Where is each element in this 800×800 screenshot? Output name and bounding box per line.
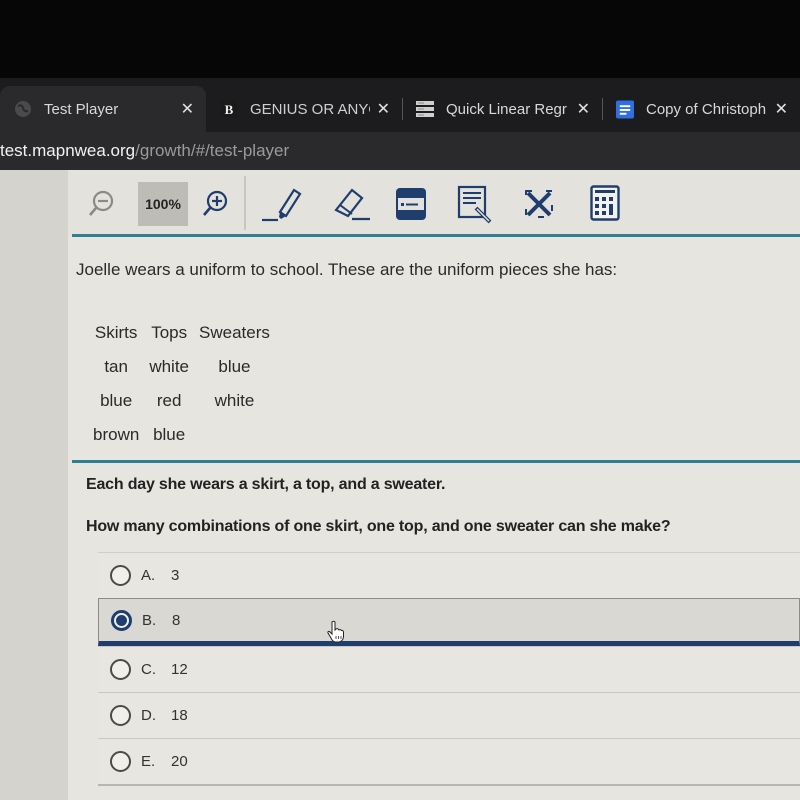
eraser-button[interactable] [330,184,374,224]
column-header-skirts: Skirts [94,323,138,342]
url-host: test.mapnwea.org [0,141,136,160]
highlighter-icon [262,188,302,222]
close-tab-icon[interactable]: ✕ [377,99,390,119]
answer-choice-b[interactable]: B. 8 [98,598,800,646]
toolbar-bottom-rule [72,234,800,237]
choice-letter: C. [141,661,156,678]
toolbar-divider [244,176,246,230]
radio-button[interactable] [110,565,131,586]
tab-test-player[interactable]: Test Player ✕ [0,86,206,132]
column-header-tops: Tops [151,323,188,342]
tab-separator [602,98,603,120]
test-player-page: 100% Joelle wears a uniform to school. T… [0,170,800,800]
uniform-pieces-table: Skirts Tops Sweaters tan white blue blue… [88,316,275,452]
tools-toolbar: 100% [68,170,800,237]
table-cell [194,418,275,452]
tab-separator [402,98,403,120]
radio-button[interactable] [110,751,131,772]
table-header-row: Skirts Tops Sweaters [88,316,275,350]
calculator-icon [590,185,620,221]
highlighter-button[interactable] [260,184,304,224]
tab-copy-of-christoph[interactable]: Copy of Christoph ✕ [604,86,800,132]
notepad-button[interactable] [456,184,496,224]
table-row: tan white blue [88,350,275,384]
globe-icon [14,100,32,118]
zoom-in-button[interactable] [200,188,230,220]
tab-title: Quick Linear Regr [446,100,567,118]
table-cell: tan [104,357,128,376]
eraser-icon [334,188,370,221]
question-panel: 100% Joelle wears a uniform to school. T… [68,170,800,800]
screen-bezel [0,0,800,78]
tab-title: Test Player [44,100,119,118]
question-context: Each day she wears a skirt, a top, and a… [86,476,446,493]
table-cell: red [156,391,182,410]
address-bar[interactable]: test.mapnwea.org/growth/#/test-player [0,132,800,170]
table-cell: brown [93,425,140,444]
notepad-icon [457,185,492,224]
question-stem: Joelle wears a uniform to school. These … [76,260,618,279]
hand-pointer-cursor-icon [327,620,344,643]
choice-value: 20 [171,753,188,770]
b-logo-icon: B [220,100,238,118]
answer-choices: A. 3 B. 8 C. 12 D. 18 E. 20 [98,552,800,790]
choice-value: 3 [171,567,180,584]
server-stack-icon [416,100,434,118]
choice-letter: B. [142,611,157,629]
zoom-out-button[interactable] [86,188,116,220]
close-tab-icon[interactable]: ✕ [577,99,590,119]
calculator-button[interactable] [588,184,622,222]
zoom-in-icon [203,190,228,216]
table-row: blue red white [88,384,275,418]
url-text[interactable]: test.mapnwea.org/growth/#/test-player [0,141,289,161]
line-reader-icon [396,188,426,220]
choice-letter: A. [141,567,156,584]
zoom-out-icon [89,190,114,216]
table-cell: blue [153,425,186,444]
zoom-level: 100% [138,182,188,226]
table-row: brown blue [88,418,275,452]
choice-value: 8 [172,611,181,629]
choice-letter: E. [141,753,156,770]
answer-choice-e[interactable]: E. 20 [98,738,800,784]
table-cell: blue [218,357,251,376]
tab-quick-linear-regression[interactable]: Quick Linear Regr ✕ [404,86,602,132]
close-tab-icon[interactable]: ✕ [181,99,194,119]
answer-choice-a[interactable]: A. 3 [98,552,800,598]
table-cell: white [214,391,255,410]
line-reader-button[interactable] [394,186,428,222]
svg-text:B: B [225,102,234,117]
section-divider [72,460,800,463]
radio-button[interactable] [110,705,131,726]
column-header-sweaters: Sweaters [199,323,270,342]
choice-value: 18 [171,707,188,724]
tab-genius-or-anyone[interactable]: B GENIUS OR ANYO ✕ [206,86,402,132]
tab-title: Copy of Christoph [646,100,767,118]
choices-bottom-border [98,784,800,790]
table-cell: white [149,357,189,376]
question-prompt: How many combinations of one skirt, one … [86,518,671,535]
google-docs-icon [616,100,634,118]
browser-tab-strip: Test Player ✕ B GENIUS OR ANYO ✕ Quick L… [0,78,800,132]
table-cell: blue [100,391,133,410]
answer-choice-c[interactable]: C. 12 [98,646,800,692]
radio-button-selected[interactable] [111,609,132,631]
url-path: /growth/#/test-player [135,141,290,160]
close-tab-icon[interactable]: ✕ [775,99,788,119]
answer-choice-d[interactable]: D. 18 [98,692,800,738]
radio-button[interactable] [110,659,131,680]
choice-letter: D. [141,707,156,724]
choice-value: 12 [171,661,188,678]
tab-title: GENIUS OR ANYO [250,100,370,118]
answer-eliminator-button[interactable] [522,186,556,222]
answer-eliminator-icon [525,190,553,218]
